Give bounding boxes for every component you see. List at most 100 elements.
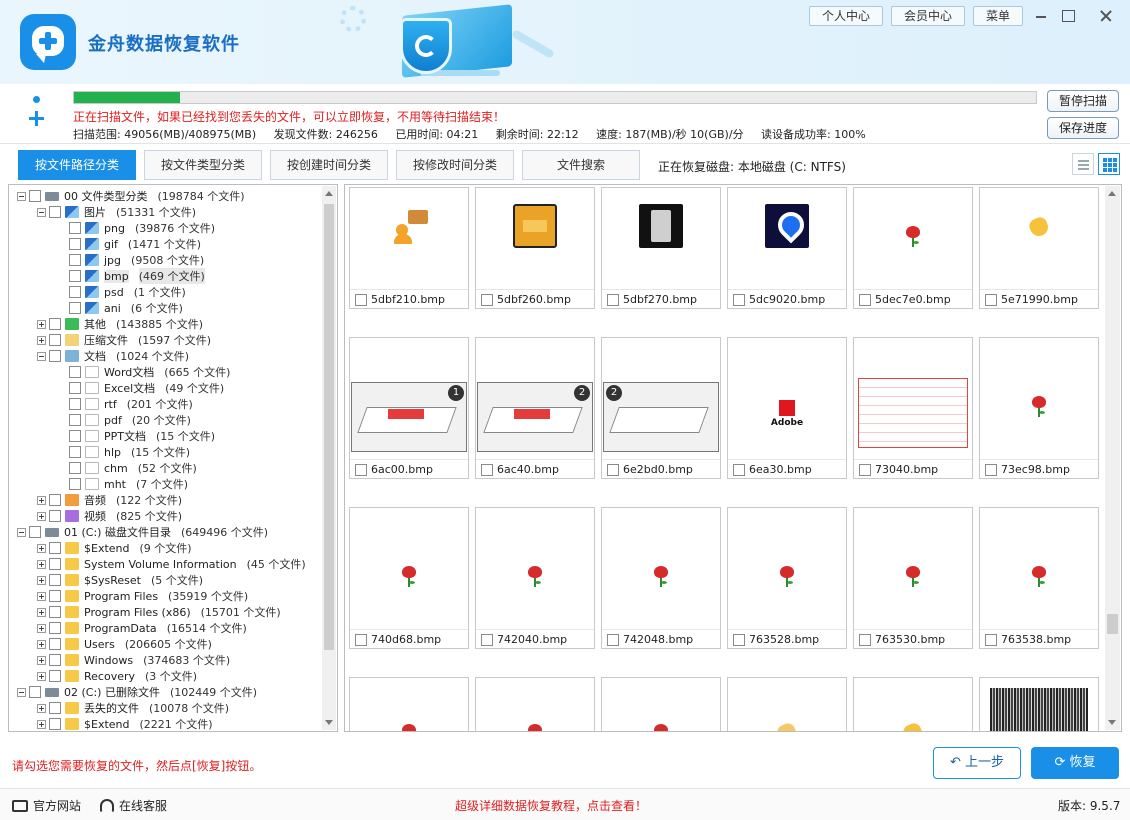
file-thumbnail[interactable] <box>602 678 720 731</box>
file-checkbox[interactable] <box>481 633 493 646</box>
file-thumbnail[interactable] <box>980 358 1098 458</box>
tree-item[interactable]: gif (1471 个文件) <box>57 236 201 252</box>
tree-checkbox[interactable] <box>49 494 61 506</box>
maximize-icon[interactable] <box>1058 6 1078 26</box>
tree-expand-toggle[interactable] <box>37 335 46 345</box>
tree-scrollbar[interactable] <box>322 186 336 730</box>
tree-checkbox[interactable] <box>49 670 61 682</box>
file-thumbnail[interactable] <box>980 188 1098 288</box>
file-thumbnail[interactable] <box>980 678 1098 731</box>
tree-expand-toggle[interactable] <box>37 351 46 361</box>
file-card[interactable]: 5dbf270.bmp <box>601 187 721 309</box>
tree-expand-toggle[interactable] <box>37 655 46 665</box>
file-thumbnail[interactable] <box>854 528 972 628</box>
tree-item[interactable]: ani (6 个文件) <box>57 300 183 316</box>
tree-checkbox[interactable] <box>49 350 61 362</box>
tree-item[interactable]: 02 (C:) 已删除文件 (102449 个文件) <box>17 684 257 700</box>
tree-item[interactable]: 压缩文件 (1597 个文件) <box>37 332 211 348</box>
tree-item[interactable]: ProgramData (16514 个文件) <box>37 620 247 636</box>
file-checkbox[interactable] <box>481 463 493 476</box>
file-checkbox[interactable] <box>481 293 493 306</box>
tree-checkbox[interactable] <box>49 574 61 586</box>
file-checkbox[interactable] <box>355 293 367 306</box>
tab-by-created[interactable]: 按创建时间分类 <box>270 150 388 180</box>
tree-item[interactable]: 01 (C:) 磁盘文件目录 (649496 个文件) <box>17 524 268 540</box>
file-card[interactable] <box>853 677 973 731</box>
tab-by-modified[interactable]: 按修改时间分类 <box>396 150 514 180</box>
file-checkbox[interactable] <box>607 463 619 476</box>
file-checkbox[interactable] <box>859 633 871 646</box>
file-card[interactable]: Adobe 6ea30.bmp <box>727 337 847 479</box>
tree-checkbox[interactable] <box>69 254 81 266</box>
tree-checkbox[interactable] <box>69 398 81 410</box>
tree-checkbox[interactable] <box>49 542 61 554</box>
back-button[interactable]: ↶ 上一步 <box>933 747 1021 779</box>
list-view-icon[interactable] <box>1072 153 1094 175</box>
file-checkbox[interactable] <box>607 633 619 646</box>
file-card[interactable]: 1 6ac00.bmp <box>349 337 469 479</box>
tree-item[interactable]: mht (7 个文件) <box>57 476 188 492</box>
tree-checkbox[interactable] <box>69 414 81 426</box>
tree-expand-toggle[interactable] <box>37 207 46 217</box>
file-checkbox[interactable] <box>607 293 619 306</box>
file-thumbnail[interactable] <box>854 678 972 731</box>
tree-item[interactable]: psd (1 个文件) <box>57 284 186 300</box>
tree-expand-toggle[interactable] <box>37 559 46 569</box>
tree-checkbox[interactable] <box>69 238 81 250</box>
tree-expand-toggle[interactable] <box>37 543 46 553</box>
official-website-link[interactable]: 官方网站 <box>12 797 81 814</box>
tree-item[interactable]: Excel文档 (49 个文件) <box>57 380 224 396</box>
tree-checkbox[interactable] <box>29 686 41 698</box>
tree-expand-toggle[interactable] <box>37 639 46 649</box>
tree-item[interactable]: rtf (201 个文件) <box>57 396 193 412</box>
tree-expand-toggle[interactable] <box>37 623 46 633</box>
tree-item[interactable]: png (39876 个文件) <box>57 220 215 236</box>
file-card[interactable] <box>349 677 469 731</box>
tree-expand-toggle[interactable] <box>37 607 46 617</box>
file-card[interactable]: 5dec7e0.bmp <box>853 187 973 309</box>
file-thumbnail[interactable]: 2 <box>476 358 594 458</box>
tree-checkbox[interactable] <box>49 510 61 522</box>
menu-button[interactable]: 菜单 <box>973 6 1024 26</box>
tutorial-link[interactable]: 超级详细数据恢复教程，点击查看！ <box>455 797 647 814</box>
file-thumbnail[interactable] <box>602 188 720 288</box>
file-card[interactable]: 73040.bmp <box>853 337 973 479</box>
file-card[interactable]: 742040.bmp <box>475 507 595 649</box>
tree-item[interactable]: bmp (469 个文件) <box>57 268 205 284</box>
file-card[interactable]: 763528.bmp <box>727 507 847 649</box>
tree-expand-toggle[interactable] <box>37 591 46 601</box>
file-card[interactable]: 5dc9020.bmp <box>727 187 847 309</box>
tree-checkbox[interactable] <box>49 590 61 602</box>
file-card[interactable]: 73ec98.bmp <box>979 337 1099 479</box>
file-checkbox[interactable] <box>733 293 745 306</box>
tree-checkbox[interactable] <box>49 654 61 666</box>
file-checkbox[interactable] <box>733 633 745 646</box>
file-thumbnail[interactable] <box>350 678 468 731</box>
tree-checkbox[interactable] <box>69 270 81 282</box>
grid-scrollbar[interactable] <box>1105 186 1120 730</box>
file-checkbox[interactable] <box>859 463 871 476</box>
file-thumbnail[interactable] <box>728 188 846 288</box>
tree-checkbox[interactable] <box>69 446 81 458</box>
tree-checkbox[interactable] <box>29 190 41 202</box>
file-thumbnail[interactable] <box>476 678 594 731</box>
file-card[interactable]: 5dbf210.bmp <box>349 187 469 309</box>
file-checkbox[interactable] <box>355 633 367 646</box>
tree-expand-toggle[interactable] <box>37 575 46 585</box>
tree-checkbox[interactable] <box>69 382 81 394</box>
tree-item[interactable]: chm (52 个文件) <box>57 460 197 476</box>
file-thumbnail[interactable] <box>728 528 846 628</box>
tree-item[interactable]: 丢失的文件 (10078 个文件) <box>37 700 229 716</box>
tree-checkbox[interactable] <box>69 302 81 314</box>
tree-item[interactable]: Word文档 (665 个文件) <box>57 364 230 380</box>
tree-checkbox[interactable] <box>49 558 61 570</box>
tree-item[interactable]: 其他 (143885 个文件) <box>37 316 203 332</box>
tree-checkbox[interactable] <box>49 718 61 730</box>
file-card[interactable]: 763530.bmp <box>853 507 973 649</box>
tree-item[interactable]: Windows (374683 个文件) <box>37 652 230 668</box>
file-checkbox[interactable] <box>985 463 997 476</box>
file-thumbnail[interactable] <box>728 678 846 731</box>
tree-checkbox[interactable] <box>69 366 81 378</box>
tree-checkbox[interactable] <box>49 622 61 634</box>
online-support-link[interactable]: 在线客服 <box>100 797 167 814</box>
